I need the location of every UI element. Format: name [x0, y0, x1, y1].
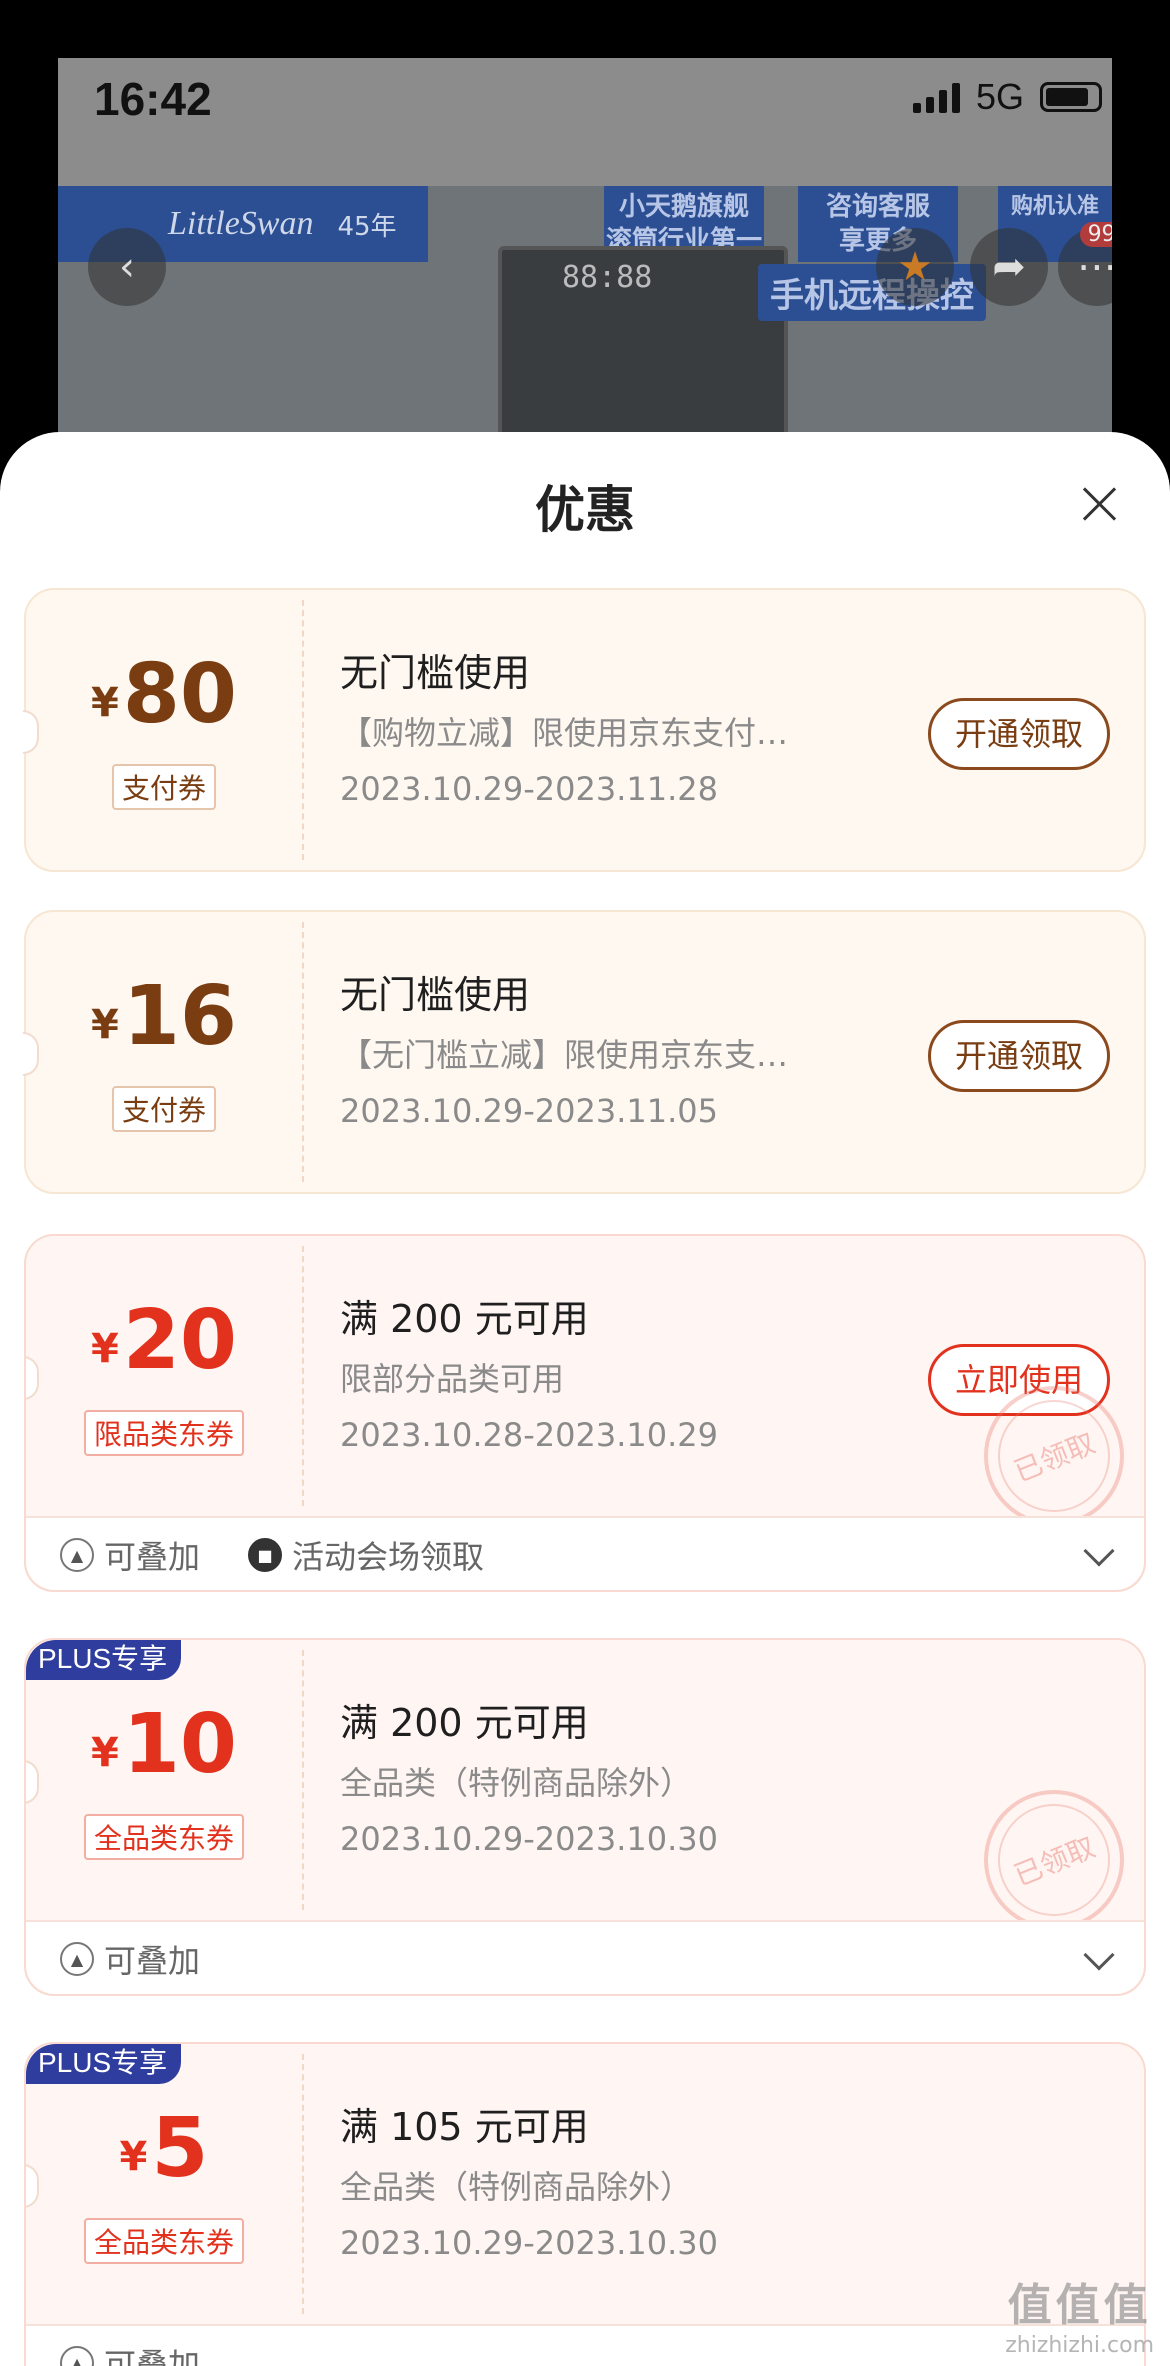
coupon-title: 无门槛使用 — [340, 651, 531, 695]
watermark-url: zhizhizhi.com — [1005, 2333, 1154, 2358]
coupon-footer[interactable]: ▲ 可叠加 — [26, 2324, 1144, 2366]
coupon-type-badge: 全品类东券 — [83, 2218, 245, 2264]
coupon-desc: 【购物立减】限使用京东支付… — [340, 714, 789, 752]
battery-icon — [1040, 82, 1102, 112]
coupon-title: 满 200 元可用 — [340, 1297, 589, 1341]
coupon-footer[interactable]: ▲ 可叠加 — [26, 1920, 1144, 1994]
star-icon: ★ — [897, 244, 933, 290]
sheet-title: 优惠 — [535, 481, 635, 539]
coupon-title: 无门槛使用 — [340, 973, 531, 1017]
coupon-date: 2023.10.29-2023.11.28 — [340, 770, 718, 808]
stackable-label: 可叠加 — [104, 2346, 201, 2366]
promo-service-line1: 咨询客服 — [825, 192, 930, 222]
stack-icon: ▲ — [60, 1942, 94, 1976]
coupon-title: 满 200 元可用 — [340, 1701, 589, 1745]
favorite-button[interactable]: ★ — [876, 228, 954, 306]
coupon-desc: 全品类（特例商品除外） — [340, 1764, 693, 1802]
stack-icon: ▲ — [60, 2346, 94, 2366]
brand-years: 45年 — [337, 211, 397, 242]
coupon-footer[interactable]: ▲ 可叠加 ■ 活动会场领取 — [26, 1516, 1144, 1590]
status-bar: 16:42 5G — [58, 58, 1112, 186]
share-icon: ➦ — [992, 244, 1026, 290]
promo-flagship-line1: 小天鹅旗舰 — [618, 192, 749, 222]
coupon-sheet: 优惠 ¥80 支付券 无门槛使用 【购物立减】限使用京东支付… 2023.10.… — [0, 432, 1170, 2366]
coupon-title: 满 105 元可用 — [340, 2105, 589, 2149]
coupon-desc: 限部分品类可用 — [340, 1360, 565, 1398]
back-button[interactable]: ‹ — [88, 228, 166, 306]
network-type: 5G — [975, 76, 1024, 117]
chevron-down-icon[interactable] — [1083, 1939, 1115, 1971]
stackable-label: 可叠加 — [104, 1538, 201, 1576]
washer-display: 88:88 — [562, 260, 653, 295]
chevron-down-icon[interactable] — [1083, 1535, 1115, 1567]
coupon-desc: 【无门槛立减】限使用京东支… — [340, 1036, 789, 1074]
activate-claim-button[interactable]: 开通领取 — [927, 1020, 1110, 1092]
coupon-card: ¥20 限品类东券 满 200 元可用 限部分品类可用 2023.10.28-2… — [24, 1234, 1146, 1592]
coupon-card: ¥16 支付券 无门槛使用 【无门槛立减】限使用京东支… 2023.10.29-… — [23, 910, 1146, 1194]
coupon-type-badge: 支付券 — [111, 1086, 217, 1132]
chevron-left-icon: ‹ — [119, 244, 135, 290]
plus-exclusive-tag: PLUS专享 — [26, 2044, 182, 2084]
washer-image: 88:88 — [498, 246, 788, 458]
coupon-date: 2023.10.28-2023.10.29 — [340, 1416, 718, 1454]
coupon-desc: 全品类（特例商品除外） — [340, 2168, 693, 2206]
coupon-type-badge: 支付券 — [111, 764, 217, 810]
coupon-type-badge: 限品类东券 — [83, 1410, 245, 1456]
plus-exclusive-tag: PLUS专享 — [26, 1640, 182, 1680]
venue-icon: ■ — [248, 1538, 282, 1572]
claimed-stamp: 已领取 — [962, 1768, 1144, 1920]
coupon-card: ¥5 全品类东券 满 105 元可用 全品类（特例商品除外） 2023.10.2… — [24, 2042, 1146, 2366]
coupon-card: ¥10 全品类东券 满 200 元可用 全品类（特例商品除外） 2023.10.… — [24, 1638, 1146, 1996]
product-banner: LittleSwan 45年 小天鹅旗舰 滚筒行业第一 咨询客服 享更多 购机认… — [58, 186, 1112, 458]
coupon-date: 2023.10.29-2023.10.30 — [340, 2224, 718, 2262]
cart-badge: 99+ — [1079, 222, 1112, 247]
coupon-date: 2023.10.29-2023.10.30 — [340, 1820, 718, 1858]
watermark: 值值值 zhizhizhi.com — [1005, 2269, 1154, 2358]
activate-claim-button[interactable]: 开通领取 — [927, 698, 1110, 770]
source-label: 活动会场领取 — [292, 1538, 485, 1576]
signal-icon — [912, 81, 960, 113]
coupon-card: ¥80 支付券 无门槛使用 【购物立减】限使用京东支付… 2023.10.29-… — [23, 588, 1146, 872]
stackable-label: 可叠加 — [104, 1942, 201, 1980]
stack-icon: ▲ — [60, 1538, 94, 1572]
close-icon[interactable] — [1080, 484, 1120, 524]
promo-certified-line1: 购机认准 — [1010, 194, 1099, 219]
cart-icon: ⋯ — [1077, 244, 1112, 290]
background-page: 16:42 5G LittleSwan 45年 小天鹅旗舰 滚筒行业第一 咨询客… — [58, 58, 1112, 458]
watermark-logo: 值值值 — [1007, 2280, 1152, 2331]
coupon-date: 2023.10.29-2023.11.05 — [340, 1092, 718, 1130]
share-button[interactable]: ➦ — [970, 228, 1048, 306]
coupon-type-badge: 全品类东券 — [83, 1814, 245, 1860]
status-time: 16:42 — [94, 73, 212, 125]
brand-name: LittleSwan — [168, 205, 314, 242]
